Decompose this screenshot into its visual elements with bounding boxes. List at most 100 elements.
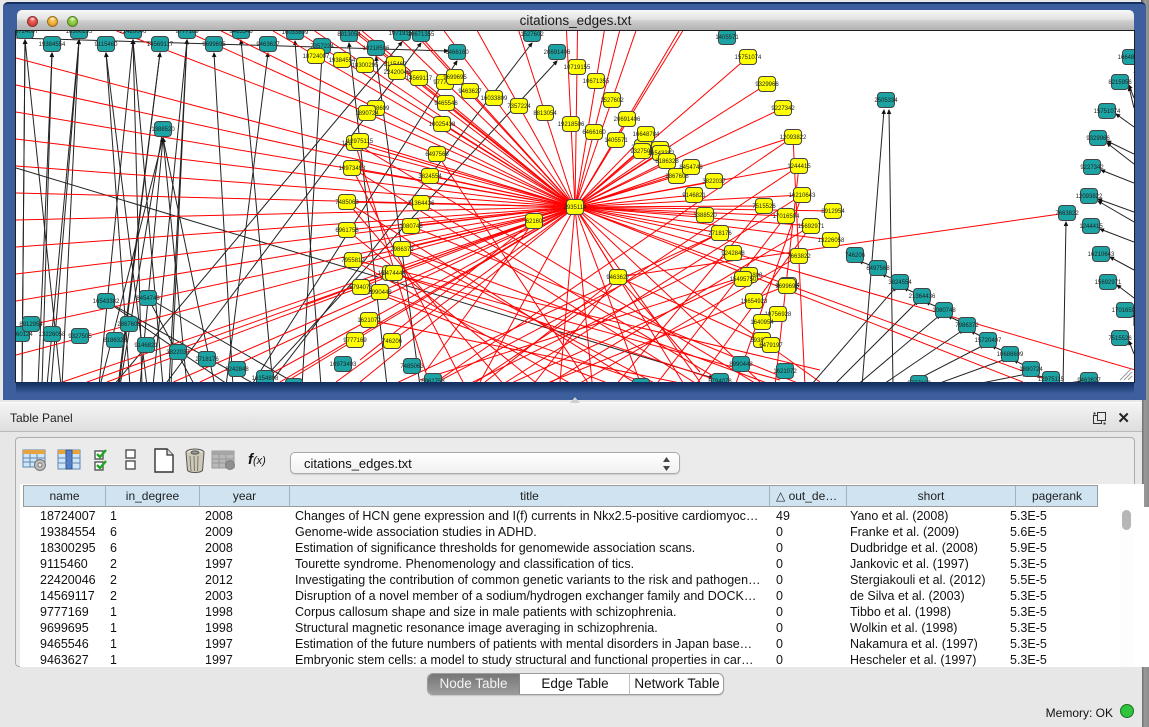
svg-text:15751074: 15751074 bbox=[1094, 109, 1121, 115]
svg-text:1080748: 1080748 bbox=[399, 224, 423, 230]
svg-text:746206: 746206 bbox=[382, 339, 403, 345]
svg-text:18300295: 18300295 bbox=[352, 63, 379, 69]
svg-text:17016504: 17016504 bbox=[1112, 308, 1134, 314]
svg-text:746206: 746206 bbox=[845, 253, 866, 259]
svg-text:1405571: 1405571 bbox=[604, 138, 628, 144]
svg-text:8186328: 8186328 bbox=[655, 159, 679, 165]
svg-text:15495750: 15495750 bbox=[730, 277, 757, 283]
svg-text:20691406: 20691406 bbox=[544, 50, 571, 56]
svg-text:16543382: 16543382 bbox=[93, 299, 120, 305]
svg-text:17016504: 17016504 bbox=[773, 214, 800, 220]
svg-text:18300295: 18300295 bbox=[66, 31, 93, 35]
svg-text:9777169: 9777169 bbox=[343, 338, 367, 344]
svg-text:1244415: 1244415 bbox=[787, 164, 811, 170]
svg-text:7955812: 7955812 bbox=[341, 258, 365, 264]
svg-text:7663822: 7663822 bbox=[787, 254, 811, 260]
svg-text:9227342: 9227342 bbox=[1080, 165, 1104, 171]
svg-text:15692971: 15692971 bbox=[798, 224, 825, 230]
svg-text:9465546: 9465546 bbox=[434, 101, 458, 107]
svg-text:8912954: 8912954 bbox=[821, 209, 845, 215]
svg-text:8860124: 8860124 bbox=[16, 332, 33, 338]
svg-text:3824554: 3824554 bbox=[888, 280, 912, 286]
svg-text:9463627: 9463627 bbox=[458, 89, 482, 95]
svg-text:19218506: 19218506 bbox=[558, 122, 585, 128]
svg-text:9242848: 9242848 bbox=[225, 367, 249, 373]
svg-text:21364436: 21364436 bbox=[909, 294, 936, 300]
svg-text:7986372: 7986372 bbox=[390, 247, 414, 253]
svg-text:9329966: 9329966 bbox=[1086, 136, 1110, 142]
svg-text:1080748: 1080748 bbox=[932, 308, 956, 314]
svg-text:1890724: 1890724 bbox=[1019, 367, 1043, 373]
svg-text:16648784: 16648784 bbox=[1118, 55, 1134, 61]
svg-text:7986372: 7986372 bbox=[955, 323, 979, 329]
svg-text:9242848: 9242848 bbox=[721, 251, 745, 257]
svg-text:9463627: 9463627 bbox=[606, 275, 630, 281]
svg-text:7515526: 7515526 bbox=[752, 204, 776, 210]
svg-text:16033809: 16033809 bbox=[481, 96, 508, 102]
svg-text:20691406: 20691406 bbox=[614, 117, 641, 123]
svg-text:9699695: 9699695 bbox=[443, 75, 467, 81]
svg-text:10671355: 10671355 bbox=[583, 79, 610, 85]
svg-text:8813054: 8813054 bbox=[337, 32, 361, 38]
svg-text:15720407: 15720407 bbox=[975, 338, 1002, 344]
svg-text:6497568: 6497568 bbox=[866, 266, 890, 272]
svg-text:16154808: 16154808 bbox=[252, 376, 279, 382]
svg-text:7515526: 7515526 bbox=[1108, 336, 1132, 342]
svg-text:19384554: 19384554 bbox=[39, 42, 66, 48]
svg-text:1527602: 1527602 bbox=[600, 98, 624, 104]
svg-text:7485063: 7485063 bbox=[335, 200, 359, 206]
svg-text:1244415: 1244415 bbox=[1079, 224, 1103, 230]
svg-text:13226058: 13226058 bbox=[818, 238, 845, 244]
svg-text:16210643: 16210643 bbox=[789, 193, 816, 199]
svg-text:9146821: 9146821 bbox=[134, 343, 158, 349]
svg-text:6466160: 6466160 bbox=[445, 50, 469, 56]
svg-text:7357224: 7357224 bbox=[507, 104, 531, 110]
svg-text:19218506: 19218506 bbox=[363, 46, 390, 52]
svg-text:9327505: 9327505 bbox=[68, 334, 92, 340]
svg-text:3824554: 3824554 bbox=[418, 174, 442, 180]
svg-text:9465546: 9465546 bbox=[229, 31, 253, 35]
svg-text:8186328: 8186328 bbox=[103, 338, 127, 344]
svg-text:7485063: 7485063 bbox=[400, 364, 424, 370]
svg-text:16033809: 16033809 bbox=[282, 31, 309, 36]
svg-text:10688609: 10688609 bbox=[997, 352, 1024, 358]
svg-text:8990448: 8990448 bbox=[729, 362, 753, 368]
svg-text:9329966: 9329966 bbox=[755, 82, 779, 88]
svg-text:6479197: 6479197 bbox=[759, 343, 783, 349]
svg-text:21364436: 21364436 bbox=[408, 201, 435, 207]
svg-text:15751074: 15751074 bbox=[735, 55, 762, 61]
svg-text:13226058: 13226058 bbox=[39, 332, 66, 338]
svg-text:9474444: 9474444 bbox=[382, 271, 406, 277]
svg-text:12975115: 12975115 bbox=[347, 139, 374, 145]
svg-text:3822037: 3822037 bbox=[702, 179, 726, 185]
svg-text:1388520: 1388520 bbox=[693, 213, 717, 219]
svg-text:6497568: 6497568 bbox=[425, 152, 449, 158]
svg-text:9115460: 9115460 bbox=[95, 42, 119, 48]
svg-text:6961758: 6961758 bbox=[335, 228, 359, 234]
svg-text:62160: 62160 bbox=[526, 219, 543, 225]
svg-text:10671355: 10671355 bbox=[408, 32, 435, 38]
svg-text:22420046: 22420046 bbox=[120, 31, 147, 35]
svg-text:1405571: 1405571 bbox=[715, 35, 739, 41]
svg-text:9227342: 9227342 bbox=[771, 106, 795, 112]
svg-text:10973493: 10973493 bbox=[339, 166, 366, 172]
svg-text:18724007: 18724007 bbox=[303, 54, 330, 60]
svg-text:9146821: 9146821 bbox=[682, 193, 706, 199]
svg-text:9699695: 9699695 bbox=[775, 284, 799, 290]
svg-text:2867608: 2867608 bbox=[117, 322, 141, 328]
svg-text:9463627: 9463627 bbox=[256, 42, 280, 48]
svg-text:10973493: 10973493 bbox=[330, 362, 357, 368]
svg-text:12093822: 12093822 bbox=[1076, 194, 1103, 200]
svg-text:15692971: 15692971 bbox=[1095, 280, 1122, 286]
svg-text:9699695: 9699695 bbox=[202, 42, 226, 48]
svg-text:1388520: 1388520 bbox=[151, 127, 175, 133]
svg-text:10025438: 10025438 bbox=[429, 122, 456, 128]
svg-text:14569117: 14569117 bbox=[406, 76, 433, 82]
svg-text:8215956: 8215956 bbox=[1108, 80, 1132, 86]
svg-text:10719155: 10719155 bbox=[564, 65, 591, 71]
svg-text:1621072: 1621072 bbox=[773, 369, 797, 375]
svg-text:1640954: 1640954 bbox=[750, 320, 774, 326]
svg-text:9777169: 9777169 bbox=[175, 31, 199, 35]
svg-text:19654923: 19654923 bbox=[741, 299, 768, 305]
svg-text:1890724: 1890724 bbox=[355, 111, 379, 117]
